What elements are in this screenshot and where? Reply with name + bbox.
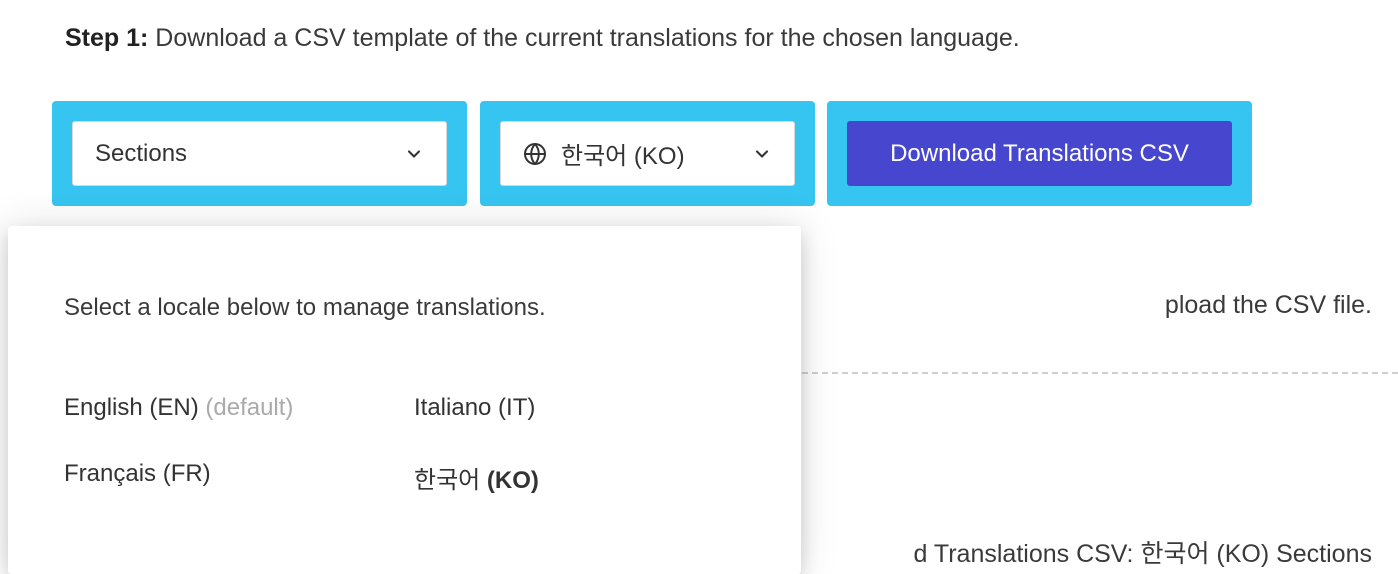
locale-label: English (EN) bbox=[64, 394, 205, 421]
locale-code: (KO) bbox=[487, 467, 539, 494]
locale-frame: 한국어 (KO) bbox=[480, 101, 815, 206]
chevron-down-icon bbox=[404, 144, 424, 164]
step-2-partial-text: pload the CSV file. bbox=[1165, 291, 1372, 320]
sections-select[interactable]: Sections bbox=[72, 121, 447, 186]
download-button-label: Download Translations CSV bbox=[890, 140, 1189, 168]
globe-icon bbox=[523, 142, 547, 166]
locale-label: 한국어 bbox=[414, 467, 487, 494]
locale-dropdown-panel: Select a locale below to manage translat… bbox=[8, 226, 801, 574]
download-frame: Download Translations CSV bbox=[827, 101, 1252, 206]
locale-select[interactable]: 한국어 (KO) bbox=[500, 121, 795, 186]
locale-label: Français (FR) bbox=[64, 460, 211, 487]
locale-default-tag: (default) bbox=[205, 394, 293, 421]
step-1-prefix: Step 1: bbox=[65, 24, 148, 52]
chevron-down-icon bbox=[752, 144, 772, 164]
sections-select-label: Sections bbox=[95, 140, 187, 168]
locale-select-label: 한국어 (KO) bbox=[561, 136, 738, 171]
download-translations-csv-button[interactable]: Download Translations CSV bbox=[847, 121, 1232, 186]
upload-zone-partial-text: d Translations CSV: 한국어 (KO) Sections bbox=[913, 534, 1372, 570]
locale-item-italiano[interactable]: Italiano (IT) bbox=[414, 394, 745, 422]
step-1-instruction: Step 1: Download a CSV template of the c… bbox=[65, 24, 1020, 53]
locale-label: Italiano (IT) bbox=[414, 394, 535, 421]
locale-item-english[interactable]: English (EN) (default) bbox=[64, 394, 414, 422]
locale-item-francais[interactable]: Français (FR) bbox=[64, 460, 414, 495]
locale-grid: English (EN) (default) Italiano (IT) Fra… bbox=[64, 394, 745, 495]
step-1-text: Download a CSV template of the current t… bbox=[148, 24, 1019, 52]
dropdown-prompt: Select a locale below to manage translat… bbox=[64, 294, 745, 322]
sections-frame: Sections bbox=[52, 101, 467, 206]
locale-item-korean[interactable]: 한국어 (KO) bbox=[414, 460, 745, 495]
